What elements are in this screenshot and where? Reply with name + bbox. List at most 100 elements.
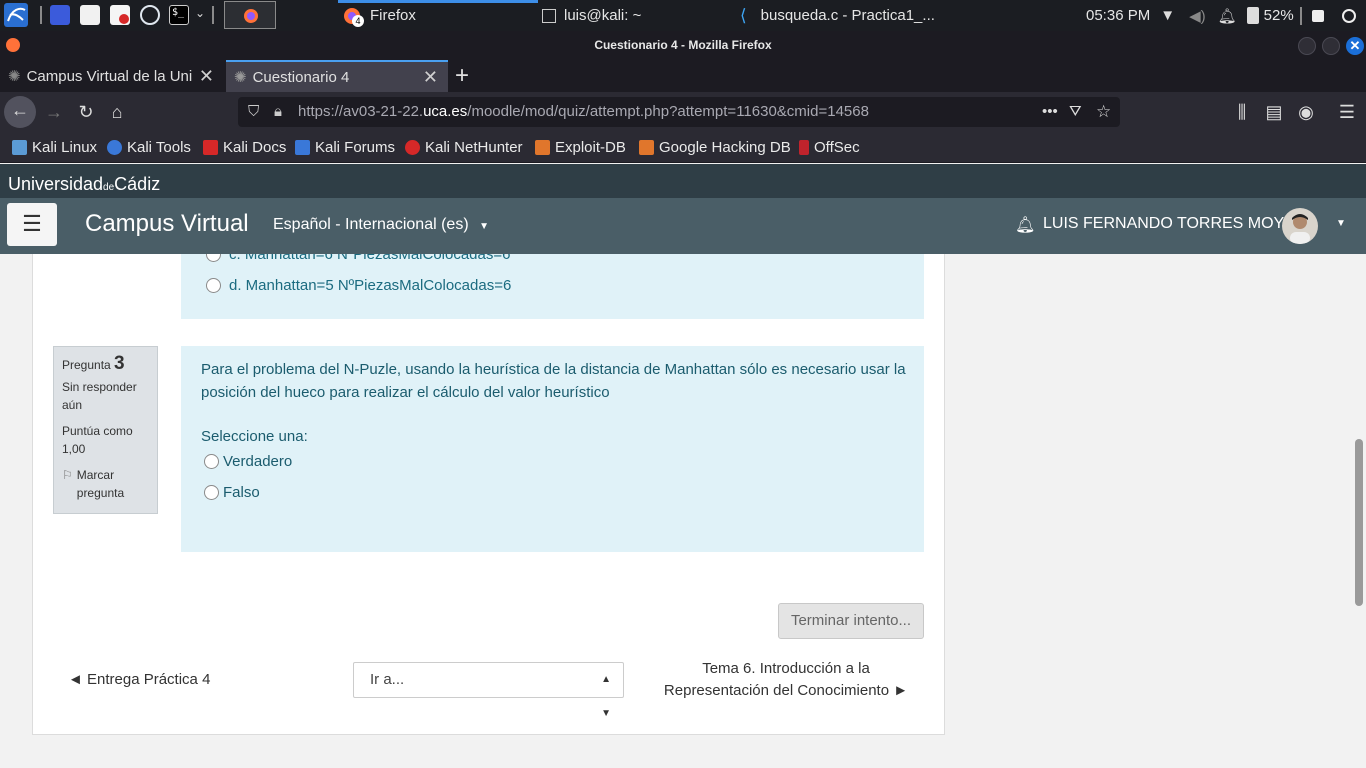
tab-strip: ✺ Campus Virtual de la Univ ✕ ✺ Cuestion… (0, 60, 1366, 92)
maximize-button[interactable] (1322, 37, 1340, 55)
bookmark-label: Kali Tools (127, 139, 191, 156)
caret-down-icon: ▼ (479, 221, 490, 232)
new-tab-button[interactable]: + (455, 62, 469, 90)
url-host: uca.es (423, 103, 468, 120)
firefox-icon: 4 (342, 6, 364, 27)
bookmark-kali-forums[interactable]: Kali Forums (295, 132, 395, 163)
notification-bell-icon[interactable]: 🔔︎ (1015, 215, 1035, 235)
reload-button[interactable]: ↻ (72, 98, 100, 126)
bookmark-kali-tools[interactable]: Kali Tools (107, 132, 191, 163)
task-firefox[interactable]: 4 Firefox (338, 0, 538, 31)
terminal-icon[interactable]: $_ (169, 5, 189, 25)
tab-campus-virtual[interactable]: ✺ Campus Virtual de la Univ ✕ (0, 60, 224, 92)
task-count-badge: 4 (352, 14, 364, 27)
library-icon[interactable]: ⫼ (1228, 98, 1256, 126)
window-title-bar: Cuestionario 4 - Mozilla Firefox ✕ (0, 31, 1366, 60)
scroll-thumb[interactable] (1355, 439, 1363, 606)
option-label: Falso (223, 484, 260, 501)
flag-icon: ⚐ (62, 468, 73, 482)
url-text: https://av03-21-22.uca.es/moodle/mod/qui… (298, 97, 869, 127)
minimize-button[interactable] (1298, 37, 1316, 55)
page-scrollbar[interactable] (1352, 254, 1366, 768)
taskbar-separator (40, 6, 42, 24)
language-menu[interactable]: Español - Internacional (es) ▼ (273, 216, 489, 234)
battery-icon[interactable] (1246, 7, 1259, 24)
bookmark-kali-nethunter[interactable]: Kali NetHunter (405, 132, 523, 163)
clock[interactable]: 05:36 PM (1086, 7, 1150, 24)
text-editor-icon[interactable] (110, 5, 130, 25)
forward-button[interactable]: → (40, 98, 68, 126)
back-button[interactable]: ← (4, 96, 36, 128)
bookmark-label: Kali Docs (223, 139, 287, 156)
bookmark-google-hacking-db[interactable]: Google Hacking DB (639, 132, 791, 163)
notification-bell-icon[interactable]: 🔔︎ (1218, 7, 1237, 25)
bookmark-star-icon[interactable]: ☆ (1096, 97, 1111, 127)
power-icon[interactable] (1341, 8, 1356, 23)
answer-option-c[interactable]: c. Manhattan=6 NºPiezasMalColocadas=6 (206, 254, 510, 263)
volume-icon[interactable]: ◀) (1189, 7, 1206, 25)
user-name[interactable]: LUIS FERNANDO TORRES MOYA (1043, 215, 1294, 233)
next-activity-link[interactable]: Tema 6. Introducción a la Representación… (655, 658, 917, 702)
radio-button[interactable] (206, 254, 221, 262)
question-body: Para el problema del N-Puzle, usando la … (181, 346, 924, 552)
active-window-button[interactable] (224, 1, 276, 29)
vscode-icon: ⟨ (740, 5, 747, 25)
close-tab-icon[interactable]: ✕ (423, 67, 438, 88)
answer-option-true[interactable]: Verdadero (204, 453, 292, 470)
close-window-button[interactable]: ✕ (1346, 37, 1364, 55)
pocket-icon[interactable]: ⛛ (1069, 97, 1082, 127)
previous-activity-link[interactable]: ◄ Entrega Práctica 4 (68, 671, 210, 688)
language-label: Español - Internacional (es) (273, 216, 469, 233)
user-menu-caret-icon[interactable]: ▼ (1336, 218, 1346, 229)
bookmark-label: Google Hacking DB (659, 139, 791, 156)
lock-icon[interactable] (1311, 9, 1324, 22)
file-manager-icon[interactable] (80, 5, 100, 25)
desktop-icon[interactable] (50, 5, 70, 25)
account-icon[interactable]: ◉ (1292, 98, 1320, 126)
close-tab-icon[interactable]: ✕ (199, 66, 214, 87)
flag-question-link[interactable]: ⚐ Marcar pregunta (62, 466, 149, 502)
select-value: Ir a... (370, 671, 405, 688)
menu-icon[interactable]: ☰ (1333, 98, 1361, 126)
browser-icon[interactable] (140, 5, 160, 25)
tab-cuestionario[interactable]: ✺ Cuestionario 4 ✕ (226, 60, 448, 92)
chevron-down-icon[interactable]: ⌄ (195, 6, 205, 20)
bookmark-exploit-db[interactable]: Exploit-DB (535, 132, 626, 163)
kali-icon (12, 140, 27, 155)
os-taskbar: $_ ⌄ 4 Firefox luis@kali: ~ ⟨ busqueda.c… (0, 0, 1366, 31)
bookmark-kali-linux[interactable]: Kali Linux (12, 132, 97, 163)
bookmark-label: Exploit-DB (555, 139, 626, 156)
task-label: busqueda.c - Practica1_... (760, 7, 935, 24)
question-info: Pregunta 3 Sin responder aún Puntúa como… (53, 346, 158, 514)
logo-part: de (103, 182, 115, 193)
task-label: luis@kali: ~ (564, 7, 642, 24)
finish-attempt-button[interactable]: Terminar intento... (778, 603, 924, 639)
wifi-icon[interactable]: ▼ (1160, 7, 1175, 24)
taskbar-separator (212, 6, 214, 24)
sidebar-icon[interactable]: ▤ (1260, 98, 1288, 126)
more-actions-icon[interactable]: ••• (1042, 97, 1058, 127)
bookmark-offsec[interactable]: OffSec (799, 132, 860, 163)
answer-option-false[interactable]: Falso (204, 484, 260, 501)
task-terminal[interactable]: luis@kali: ~ (542, 0, 732, 31)
avatar[interactable] (1282, 208, 1318, 244)
bookmark-kali-docs[interactable]: Kali Docs (203, 132, 286, 163)
favicon-icon: ✺ (8, 68, 21, 85)
site-name[interactable]: Campus Virtual (85, 210, 249, 238)
system-tray: 05:36 PM ▼ ◀) 🔔︎ 52% (1086, 0, 1356, 31)
answer-option-d[interactable]: d. Manhattan=5 NºPiezasMalColocadas=6 (206, 277, 511, 294)
task-vscode[interactable]: ⟨ busqueda.c - Practica1_... (740, 0, 990, 31)
option-label: c. Manhattan=6 NºPiezasMalColocadas=6 (229, 254, 511, 263)
tracking-protection-icon[interactable]: ⛉ (248, 97, 259, 127)
home-button[interactable]: ⌂ (103, 98, 131, 126)
university-logo[interactable]: UniversidaddeCádiz (8, 174, 160, 194)
bookmark-label: Kali Linux (32, 139, 98, 156)
drawer-toggle-button[interactable]: ☰ (7, 203, 57, 246)
radio-button[interactable] (204, 485, 219, 500)
radio-button[interactable] (206, 278, 221, 293)
url-bar[interactable]: ⛉ 🔒︎ https://av03-21-22.uca.es/moodle/mo… (238, 97, 1120, 127)
kali-menu-icon[interactable] (4, 3, 28, 27)
jump-to-select[interactable]: Ir a... ▲ ▼ (353, 662, 624, 719)
lock-icon[interactable]: 🔒︎ (274, 97, 282, 127)
radio-button[interactable] (204, 454, 219, 469)
